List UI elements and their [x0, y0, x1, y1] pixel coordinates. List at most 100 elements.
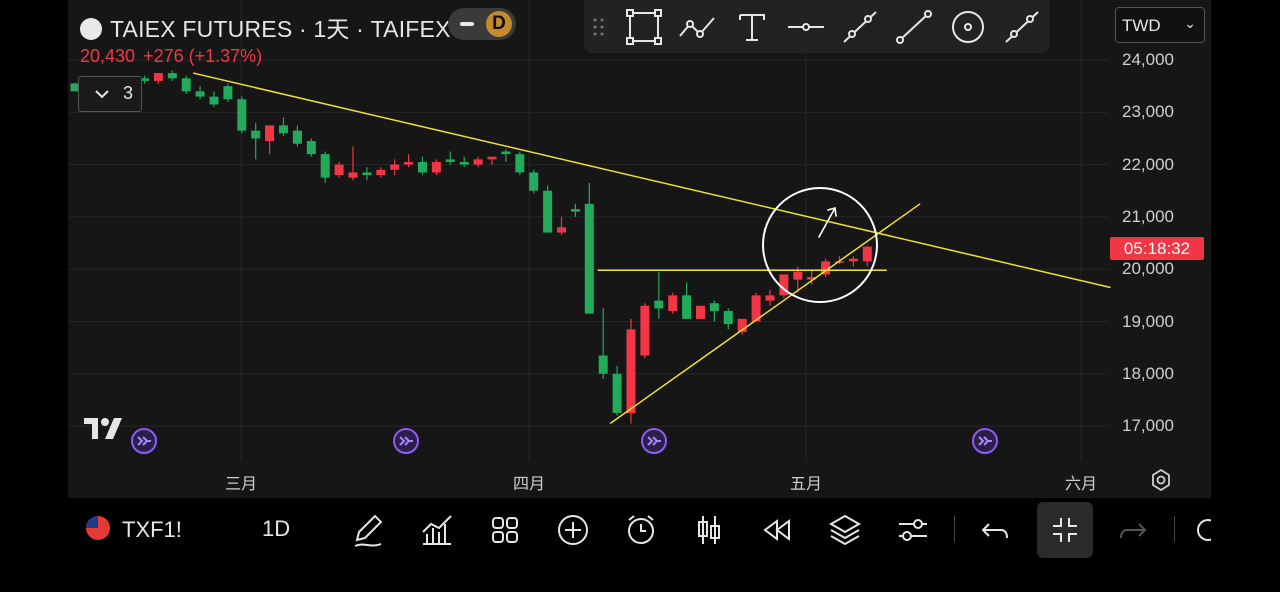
- price-change: +276 (+1.37%): [143, 46, 263, 66]
- replay-icon[interactable]: [757, 510, 797, 550]
- candle-body: [557, 227, 566, 233]
- add-icon[interactable]: [553, 510, 593, 550]
- candle: [501, 148, 511, 162]
- fullscreen-exit-icon[interactable]: [1037, 502, 1093, 558]
- candle-body: [570, 209, 580, 212]
- candle: [654, 271, 664, 319]
- interval-selector[interactable]: 1D: [262, 516, 290, 542]
- candle-body: [223, 86, 233, 100]
- undo-icon[interactable]: [975, 510, 1015, 550]
- y-tick-label: 21,000: [1122, 206, 1174, 226]
- candle: [473, 156, 483, 168]
- event-marker-icon[interactable]: [392, 427, 420, 455]
- currency-select[interactable]: TWD ⌄: [1115, 7, 1205, 43]
- candle: [848, 256, 858, 267]
- bottom-toolbar: TXF1! 1D: [68, 498, 1211, 562]
- candle-body: [306, 141, 316, 155]
- candle-body: [459, 161, 469, 165]
- candle-body: [598, 355, 608, 374]
- horizontal-ray-icon[interactable]: [786, 8, 826, 46]
- candle: [390, 159, 400, 176]
- symbol-header[interactable]: TAIEX FUTURES · 1天 · TAIFEX: [80, 10, 451, 44]
- candle-body: [668, 295, 678, 312]
- candle-body: [654, 300, 664, 309]
- layout-grid-icon[interactable]: [485, 510, 525, 550]
- candle-body: [473, 159, 483, 165]
- trend-line-icon[interactable]: [840, 8, 880, 46]
- chart-svg[interactable]: [68, 0, 1211, 498]
- candle-body: [765, 295, 775, 301]
- data-status-badge[interactable]: D: [448, 8, 516, 40]
- event-marker-icon[interactable]: [130, 427, 158, 455]
- line-tool-icon[interactable]: [894, 8, 934, 46]
- candle: [668, 292, 678, 314]
- y-tick-label: 22,000: [1122, 154, 1174, 174]
- redo-icon[interactable]: [1113, 510, 1153, 550]
- candle: [709, 300, 719, 322]
- last-price: 20,430: [80, 46, 136, 66]
- candle-body: [334, 164, 344, 176]
- x-tick-label: 四月: [512, 476, 546, 493]
- overflow-icon[interactable]: [1190, 510, 1211, 550]
- event-marker-icon[interactable]: [971, 427, 999, 455]
- y-tick-label: 19,000: [1122, 311, 1174, 331]
- price-info: 20,430 +276 (+1.37%): [80, 46, 270, 67]
- candle: [362, 167, 372, 181]
- candles-icon[interactable]: [689, 510, 729, 550]
- candle-body: [723, 311, 733, 325]
- candle: [431, 159, 441, 176]
- chart-area[interactable]: TAIEX FUTURES · 1天 · TAIFEX D 20,430 +276…: [68, 0, 1211, 498]
- pencil-icon[interactable]: [349, 510, 389, 550]
- settings-gear-icon[interactable]: [1150, 469, 1172, 491]
- candle: [640, 303, 650, 359]
- highlight-circle[interactable]: [762, 187, 878, 303]
- candle-body: [376, 169, 386, 176]
- candle-body: [543, 190, 553, 233]
- app-frame: TAIEX FUTURES · 1天 · TAIFEX D 20,430 +276…: [68, 0, 1211, 562]
- candle-body: [181, 78, 191, 92]
- taiwan-flag-icon: [86, 516, 110, 540]
- x-tick-label: 六月: [1064, 476, 1098, 493]
- y-tick-label: 20,000: [1122, 259, 1174, 279]
- symbol-selector[interactable]: TXF1!: [86, 516, 182, 543]
- indicators-toggle[interactable]: 3: [78, 76, 142, 112]
- extended-line-icon[interactable]: [1002, 8, 1042, 46]
- candle: [862, 245, 872, 267]
- layers-icon[interactable]: [825, 510, 865, 550]
- candle-body: [529, 172, 539, 191]
- drag-handle-icon[interactable]: [592, 16, 606, 38]
- chevron-down-icon: ⌄: [1184, 15, 1196, 31]
- candle-body: [390, 164, 400, 170]
- indicators-icon[interactable]: [417, 510, 457, 550]
- symbol-code: TXF1!: [122, 517, 182, 542]
- candle-body: [848, 258, 858, 262]
- rectangle-tool-icon[interactable]: [624, 8, 664, 46]
- y-tick-label: 23,000: [1122, 102, 1174, 122]
- candle: [696, 305, 705, 319]
- sliders-icon[interactable]: [893, 510, 933, 550]
- candle-body: [251, 130, 261, 139]
- candle-body: [167, 73, 177, 79]
- candle-body: [515, 154, 525, 173]
- text-tool-icon[interactable]: [732, 8, 772, 46]
- candle: [209, 91, 219, 108]
- path-tool-icon[interactable]: [678, 8, 718, 46]
- event-marker-icon[interactable]: [640, 427, 668, 455]
- candle-body: [237, 99, 247, 131]
- candle: [181, 75, 191, 94]
- delayed-badge: D: [486, 11, 512, 37]
- alarm-clock-icon[interactable]: [621, 510, 661, 550]
- candle: [251, 122, 261, 160]
- candle-body: [445, 159, 455, 162]
- candle: [445, 151, 455, 165]
- candle-body: [153, 73, 163, 81]
- y-tick-label: 18,000: [1122, 363, 1174, 383]
- symbol-logo-icon: [80, 18, 102, 40]
- candle: [167, 70, 177, 81]
- candle: [418, 156, 427, 176]
- candle: [487, 156, 497, 165]
- toolbar-divider: [1174, 516, 1175, 542]
- candle: [570, 203, 580, 217]
- circle-tool-icon[interactable]: [948, 8, 988, 46]
- toolbar-divider: [954, 516, 955, 542]
